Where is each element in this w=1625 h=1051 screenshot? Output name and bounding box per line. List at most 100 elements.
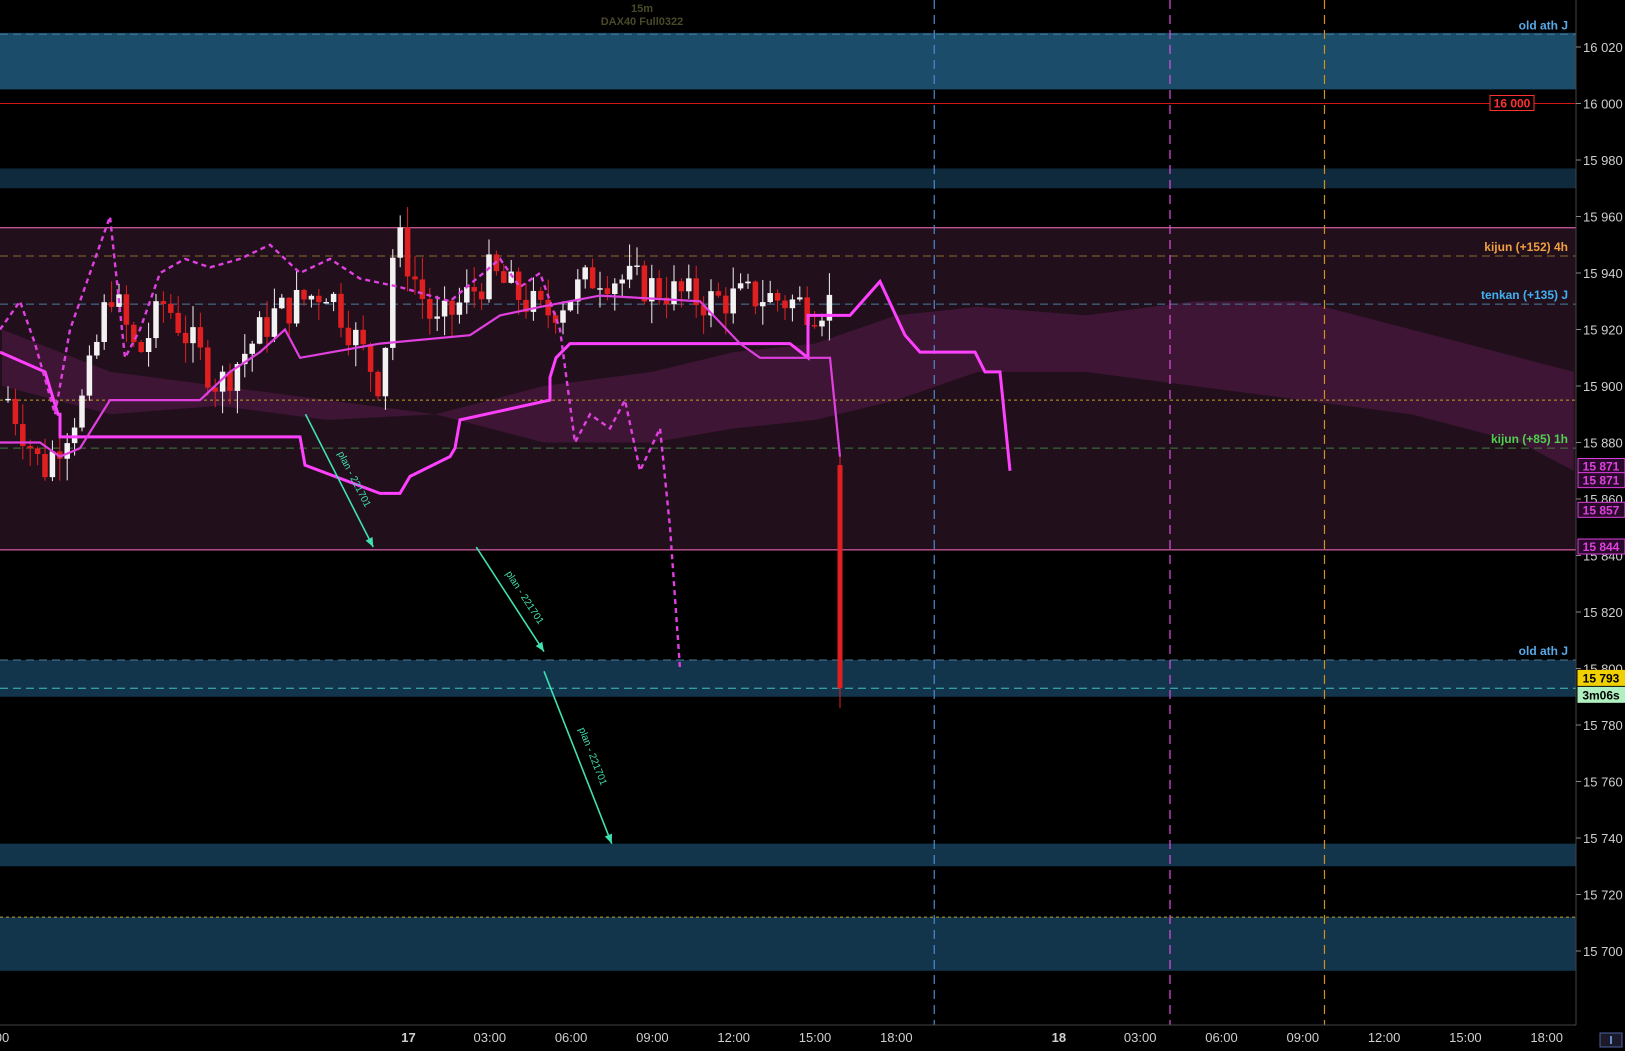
- candle[interactable]: [567, 301, 574, 311]
- candle[interactable]: [745, 281, 751, 284]
- candle[interactable]: [501, 271, 507, 283]
- candle[interactable]: [382, 347, 389, 397]
- candle[interactable]: [441, 300, 448, 317]
- plan-arrow[interactable]: [475, 546, 545, 652]
- candle[interactable]: [404, 227, 411, 277]
- candle[interactable]: [397, 227, 403, 258]
- candle[interactable]: [752, 281, 759, 307]
- candle[interactable]: [64, 443, 70, 459]
- candle[interactable]: [293, 289, 300, 324]
- candle[interactable]: [94, 341, 100, 356]
- candlestick-chart[interactable]: old ath J 16 000 kijun (+152) 4h tenkan (+1…: [0, 0, 1625, 1051]
- candle[interactable]: [34, 448, 41, 454]
- candle[interactable]: [819, 320, 825, 327]
- candle[interactable]: [160, 301, 167, 304]
- candle[interactable]: [604, 288, 611, 295]
- price-tick-label: 15 740: [1583, 831, 1623, 846]
- candle[interactable]: [634, 265, 640, 267]
- candle[interactable]: [308, 295, 315, 300]
- candle[interactable]: [205, 347, 211, 388]
- candle[interactable]: [478, 291, 485, 300]
- candle[interactable]: [715, 291, 722, 296]
- candle[interactable]: [686, 278, 692, 292]
- candle[interactable]: [271, 308, 278, 337]
- candle[interactable]: [27, 446, 33, 449]
- candle[interactable]: [108, 302, 115, 307]
- candle[interactable]: [789, 299, 796, 309]
- candle[interactable]: [367, 344, 374, 372]
- last-candle[interactable]: [837, 465, 843, 689]
- candle[interactable]: [145, 338, 152, 352]
- candle[interactable]: [49, 451, 56, 478]
- candle[interactable]: [12, 398, 19, 425]
- candle[interactable]: [86, 355, 93, 396]
- candle[interactable]: [412, 276, 418, 280]
- candle[interactable]: [5, 398, 11, 401]
- candle[interactable]: [737, 283, 744, 289]
- candle[interactable]: [545, 299, 551, 316]
- candle[interactable]: [626, 265, 633, 280]
- candle[interactable]: [264, 317, 270, 337]
- candle[interactable]: [641, 265, 648, 302]
- time-tick-label: 15:00: [799, 1030, 832, 1045]
- candle[interactable]: [249, 343, 255, 354]
- candle[interactable]: [279, 297, 285, 309]
- candle[interactable]: [182, 332, 189, 344]
- candle[interactable]: [175, 312, 181, 333]
- candle[interactable]: [286, 297, 292, 324]
- candle[interactable]: [575, 279, 581, 302]
- candle[interactable]: [256, 317, 263, 344]
- candle[interactable]: [730, 288, 736, 314]
- candle[interactable]: [449, 300, 455, 315]
- candle[interactable]: [760, 302, 766, 307]
- candle[interactable]: [375, 371, 381, 397]
- candle[interactable]: [323, 302, 329, 304]
- candle[interactable]: [79, 395, 85, 428]
- candle[interactable]: [123, 294, 130, 325]
- candle[interactable]: [678, 281, 685, 292]
- candle[interactable]: [597, 288, 603, 290]
- candle[interactable]: [419, 279, 426, 300]
- candle[interactable]: [153, 301, 159, 339]
- candle[interactable]: [353, 329, 359, 346]
- candle[interactable]: [338, 293, 344, 328]
- plan-arrow[interactable]: [543, 671, 613, 844]
- candle[interactable]: [538, 290, 544, 300]
- candle[interactable]: [811, 325, 818, 327]
- candle[interactable]: [42, 453, 48, 478]
- candle[interactable]: [619, 279, 625, 284]
- candle[interactable]: [330, 293, 337, 303]
- candle[interactable]: [434, 316, 440, 319]
- candle[interactable]: [360, 329, 366, 345]
- plan-arrow-head: [604, 833, 613, 844]
- candle[interactable]: [456, 302, 463, 315]
- candle[interactable]: [197, 327, 204, 348]
- candle[interactable]: [427, 299, 433, 319]
- candle[interactable]: [782, 300, 788, 309]
- time-tick-label: 15:00: [1449, 1030, 1482, 1045]
- candle[interactable]: [486, 254, 492, 300]
- candle[interactable]: [101, 302, 107, 342]
- candle[interactable]: [797, 297, 803, 300]
- candle[interactable]: [582, 267, 588, 280]
- candle[interactable]: [774, 293, 781, 301]
- candle[interactable]: [345, 327, 352, 346]
- candle[interactable]: [190, 327, 196, 344]
- candle[interactable]: [656, 278, 662, 298]
- candle[interactable]: [589, 267, 596, 289]
- candle[interactable]: [390, 257, 396, 348]
- candle[interactable]: [138, 342, 144, 352]
- candle[interactable]: [168, 303, 174, 313]
- zone-band: [0, 660, 1576, 697]
- candle[interactable]: [612, 283, 618, 295]
- candle[interactable]: [464, 287, 470, 303]
- candle[interactable]: [767, 293, 773, 303]
- price-tick-label: 15 880: [1583, 436, 1623, 451]
- candle[interactable]: [301, 289, 307, 300]
- candle[interactable]: [515, 271, 522, 300]
- candle[interactable]: [71, 427, 78, 444]
- candle[interactable]: [560, 310, 566, 323]
- candle[interactable]: [723, 295, 729, 314]
- candle[interactable]: [471, 287, 477, 292]
- candle[interactable]: [316, 295, 322, 303]
